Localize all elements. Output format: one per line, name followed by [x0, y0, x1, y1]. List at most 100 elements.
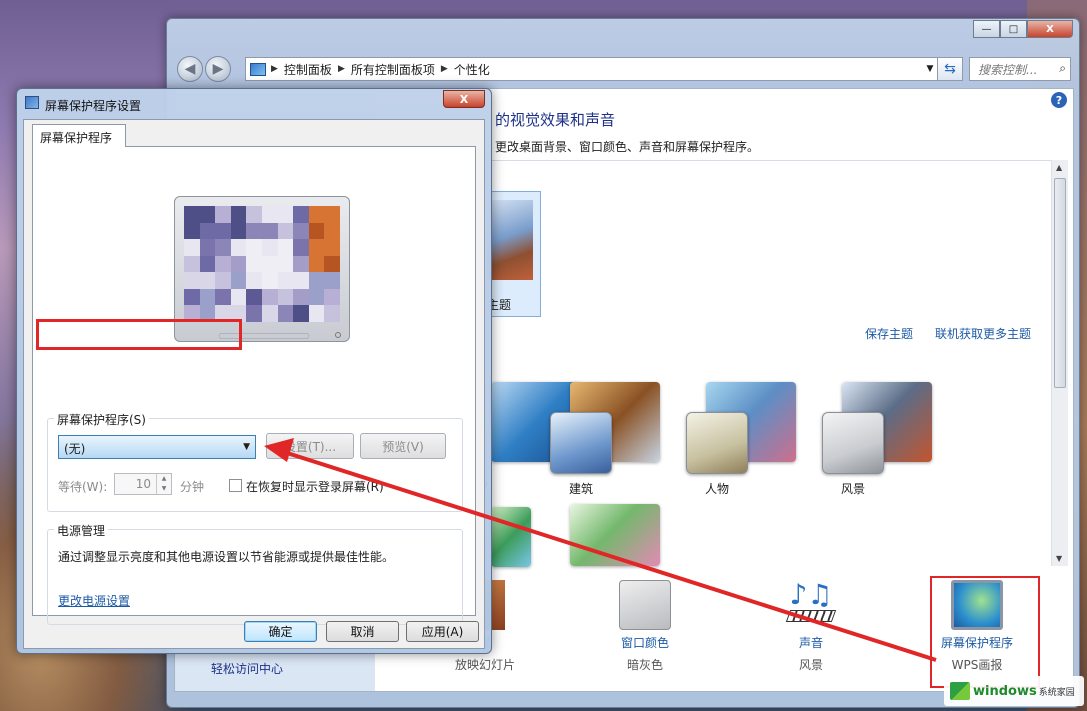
preview-pixel — [246, 272, 262, 289]
forward-button[interactable]: ▶ — [205, 56, 231, 82]
more-themes-link[interactable]: 联机获取更多主题 — [935, 325, 1031, 342]
preview-pixel — [230, 272, 247, 289]
settings-button[interactable]: 设置(T)... — [266, 433, 354, 459]
ease-of-access-link[interactable]: 轻松访问中心 — [211, 660, 283, 677]
theme-front-thumbnail — [550, 412, 612, 474]
resume-logon-label[interactable]: 在恢复时显示登录屏幕(R) — [246, 478, 384, 495]
theme-front-thumbnail — [686, 412, 748, 474]
power-description: 通过调整显示亮度和其他电源设置以节省能源或提供最佳性能。 — [58, 550, 395, 564]
sounds-value: 风景 — [798, 658, 823, 672]
preview-pixel — [293, 272, 309, 289]
windows-logo-icon — [950, 682, 970, 700]
search-icon[interactable]: ⌕ — [1059, 61, 1066, 76]
preview-pixel — [324, 255, 340, 273]
preview-pixel — [230, 288, 247, 306]
preview-pixel — [324, 272, 340, 289]
preview-pixel — [184, 288, 200, 306]
dialog-title: 屏幕保护程序设置 — [45, 99, 142, 113]
chevron-right-icon: ▶ — [271, 64, 278, 74]
watermark-brand: windows — [973, 683, 1037, 699]
back-button[interactable]: ◀ — [177, 56, 203, 82]
preview-pixel — [230, 222, 247, 240]
preview-pixel — [293, 288, 309, 306]
minutes-label: 分钟 — [180, 480, 205, 494]
close-button[interactable]: X — [1027, 20, 1073, 38]
cancel-button[interactable]: 取消 — [326, 621, 399, 642]
scrollbar-thumb[interactable] — [1054, 178, 1066, 388]
preview-pixel — [262, 239, 278, 256]
scroll-down-icon[interactable]: ▼ — [1056, 554, 1062, 563]
preview-pixel — [246, 305, 262, 322]
preview-pixel — [277, 239, 294, 256]
help-icon[interactable]: ? — [1051, 92, 1067, 108]
wait-minutes-value: 10 — [135, 477, 151, 491]
apply-button[interactable]: 应用(A) — [406, 621, 479, 642]
preview-pixel — [308, 288, 325, 306]
preview-pixel — [324, 206, 340, 223]
breadcrumb-all-items[interactable]: 所有控制面板项 — [351, 61, 435, 78]
music-notes-icon: ♪♫ — [785, 580, 837, 630]
address-bar[interactable]: ▶ 控制面板 ▶ 所有控制面板项 ▶ 个性化 ▼ — [245, 57, 963, 81]
theme-front-thumbnail — [822, 412, 884, 474]
preview-pixel — [324, 239, 340, 256]
desktop-background-value: 放映幻灯片 — [454, 658, 515, 672]
preview-pixel — [184, 206, 200, 223]
ok-button[interactable]: 确定 — [244, 621, 317, 642]
preview-pixel — [199, 255, 216, 273]
page-title: 的视觉效果和声音 — [495, 111, 616, 129]
preview-pixel — [184, 222, 200, 240]
preview-pixel — [308, 305, 325, 322]
monitor-power-knob — [335, 332, 341, 338]
chevron-down-icon: ▼ — [243, 442, 250, 452]
scroll-up-icon[interactable]: ▲ — [1056, 163, 1062, 172]
preview-pixel — [215, 255, 231, 273]
preview-pixel — [308, 222, 325, 240]
save-theme-link[interactable]: 保存主题 — [865, 325, 913, 342]
preview-pixel — [230, 239, 247, 256]
dialog-close-button[interactable]: X — [443, 90, 485, 108]
window-color-item[interactable]: 窗口颜色 暗灰色 — [595, 580, 695, 673]
theme-thumbnail — [487, 200, 533, 280]
wait-label: 等待(W): — [58, 480, 108, 494]
spinner-arrows-icon[interactable]: ▲ ▼ — [156, 474, 171, 494]
selected-theme[interactable]: 主题 — [485, 191, 541, 317]
theme-architecture[interactable]: 建筑 — [550, 382, 670, 502]
theme-landscapes[interactable]: 风景 — [822, 382, 942, 502]
theme-thumbnail — [570, 504, 660, 566]
preview-pixel — [199, 206, 216, 223]
refresh-button[interactable]: ⇆ — [937, 57, 963, 81]
minimize-button[interactable]: — — [973, 20, 1000, 38]
search-input[interactable]: 搜索控制... ⌕ — [969, 57, 1071, 81]
preview-pixel — [215, 272, 231, 289]
search-placeholder: 搜索控制... — [978, 63, 1038, 77]
theme-characters[interactable]: 人物 — [686, 382, 806, 502]
resume-logon-checkbox[interactable] — [229, 479, 242, 492]
preview-pixel — [199, 288, 216, 306]
watermark-suffix: 系统家园 — [1038, 687, 1075, 698]
vertical-scrollbar[interactable]: ▲ ▼ — [1051, 160, 1068, 566]
chevron-down-icon[interactable]: ▼ — [922, 58, 938, 80]
preview-pixel — [215, 239, 231, 256]
change-power-settings-link[interactable]: 更改电源设置 — [58, 592, 130, 609]
screen-saver-select[interactable]: (无) ▼ — [58, 435, 256, 459]
preview-pixel — [293, 305, 309, 322]
preview-pixel — [277, 206, 294, 223]
arrow-left-icon: ◀ — [184, 61, 196, 77]
preview-button[interactable]: 预览(V) — [360, 433, 446, 459]
preview-pixel — [324, 305, 340, 322]
preview-pixel — [184, 255, 200, 273]
breadcrumb-personalization[interactable]: 个性化 — [454, 61, 490, 78]
preview-pixel — [293, 255, 309, 273]
preview-pixel — [293, 222, 309, 240]
highlight-box-screen-saver — [930, 576, 1040, 688]
preview-pixel — [277, 272, 294, 289]
breadcrumb-control-panel[interactable]: 控制面板 — [284, 61, 332, 78]
maximize-button[interactable]: □ — [1000, 20, 1027, 38]
preview-pixel — [293, 206, 309, 223]
tab-page: 屏幕保护程序(S) (无) ▼ 设置(T)... 预览(V) 等待(W): 10… — [32, 146, 476, 625]
preview-pixel — [324, 288, 340, 306]
preview-pixel — [246, 239, 262, 256]
tab-screen-saver[interactable]: 屏幕保护程序 — [32, 124, 126, 147]
sounds-item[interactable]: ♪♫ 声音 风景 — [761, 580, 861, 673]
wait-minutes-input[interactable]: 10 ▲ ▼ — [114, 473, 172, 495]
